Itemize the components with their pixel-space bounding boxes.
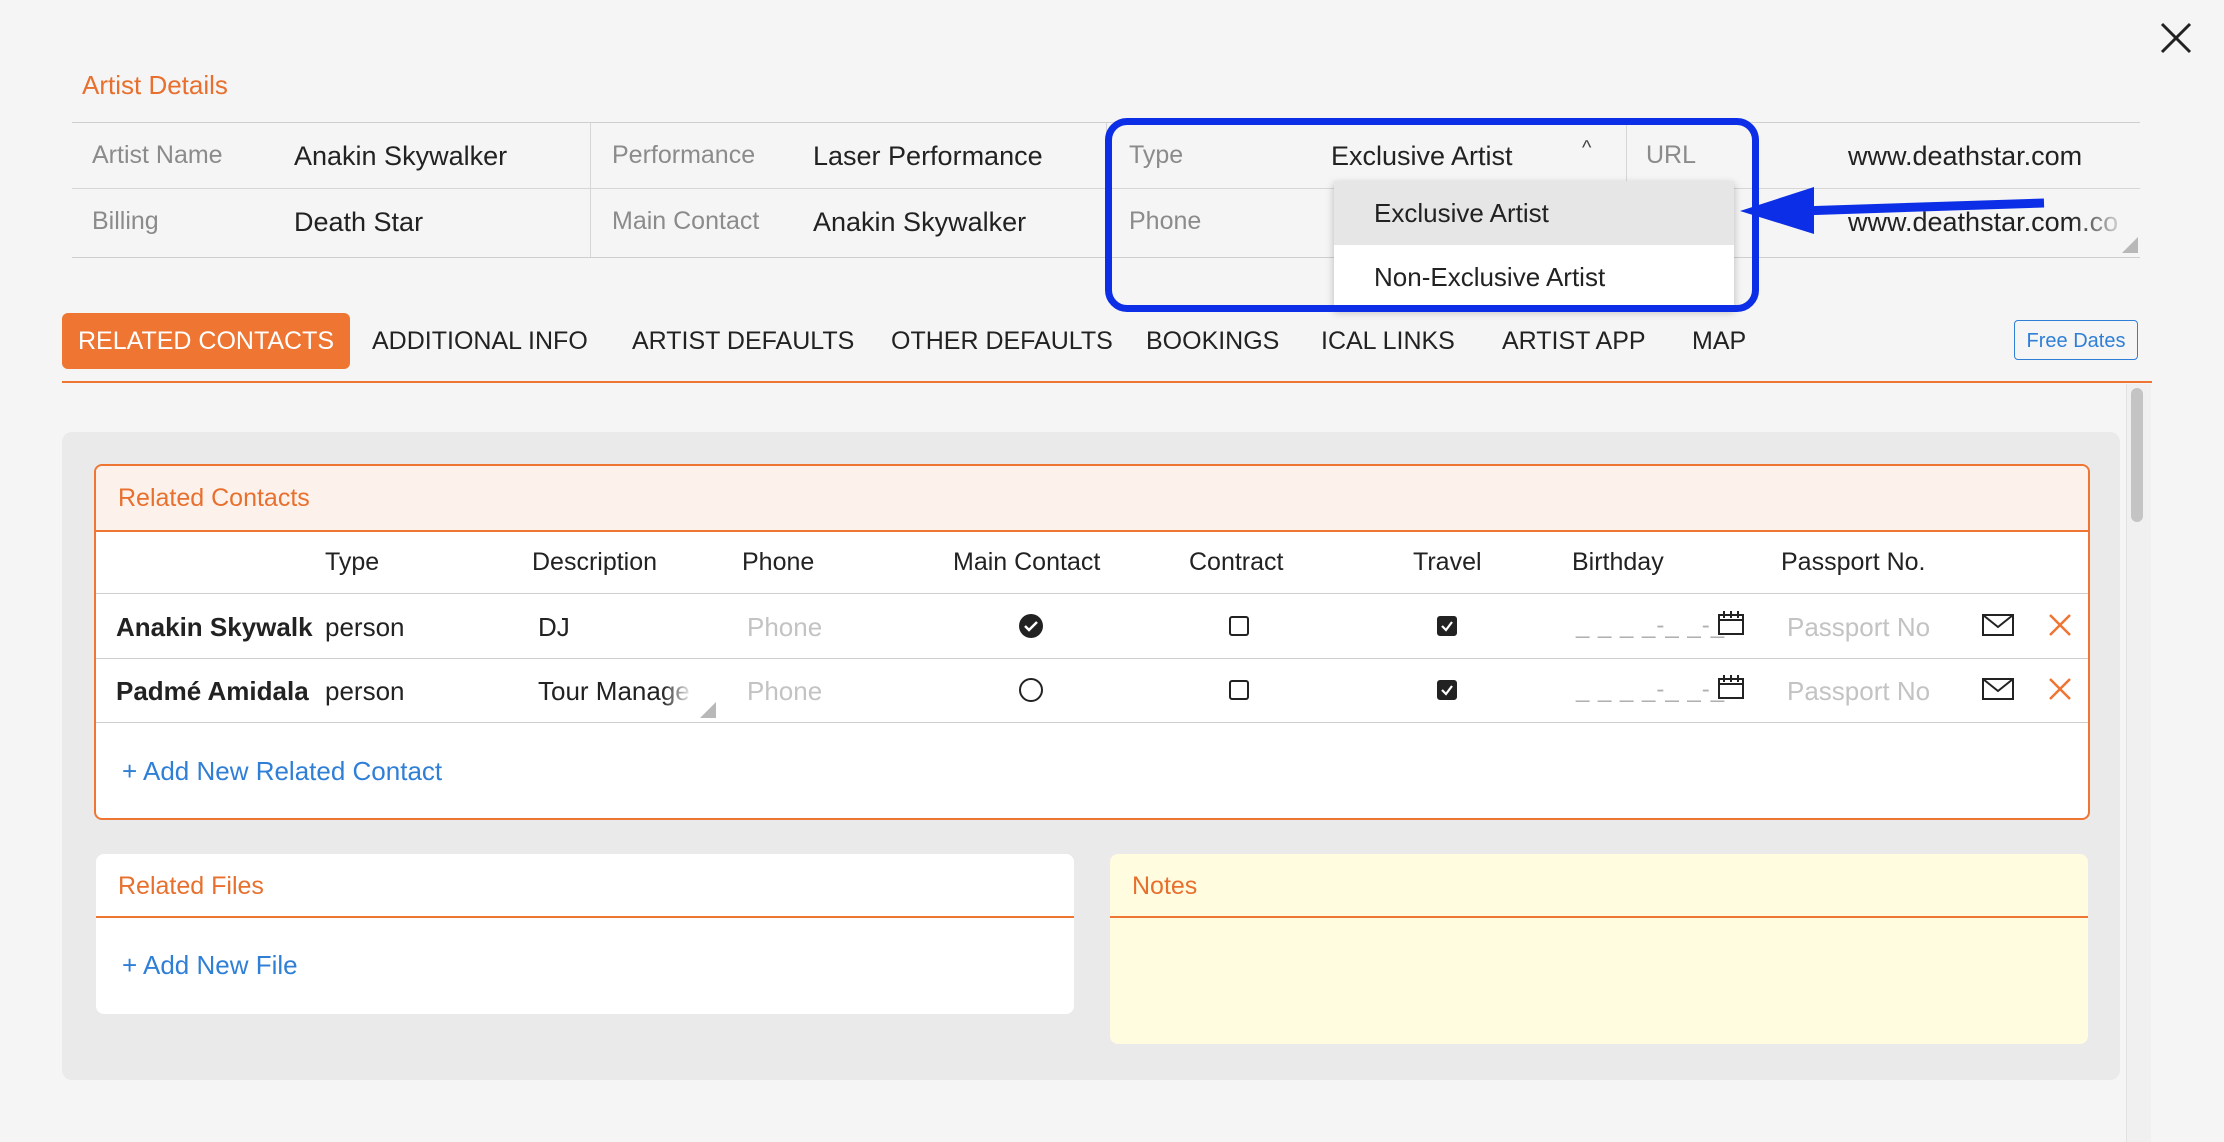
tab-bookings[interactable]: BOOKINGS [1146,313,1279,369]
contact-name[interactable]: Padmé Amidala [116,676,316,707]
tab-related-contacts[interactable]: RELATED CONTACTS [62,313,351,369]
calendar-icon[interactable] [1717,610,1745,636]
artist-details-title: Artist Details [82,70,228,100]
column-header-contract: Contract [1189,548,1284,576]
column-header-passport: Passport No. [1781,548,1926,576]
travel-checkbox-checked[interactable] [1437,680,1457,700]
tab-artist-app[interactable]: ARTIST APP [1502,313,1646,369]
tab-artist-defaults[interactable]: ARTIST DEFAULTS [632,313,854,369]
contact-type[interactable]: person [325,676,405,707]
tabs-underline [62,381,2152,383]
related-files-card: Related Files + Add New File [96,854,1074,1014]
artist-name-label: Artist Name [92,141,223,169]
contract-checkbox[interactable] [1229,680,1249,700]
artist-name-value[interactable]: Anakin Skywalker [294,141,507,172]
main-contact-radio[interactable] [1019,678,1043,702]
contract-checkbox[interactable] [1229,616,1249,636]
calendar-icon[interactable] [1717,674,1745,700]
scrollbar-thumb[interactable] [2131,388,2143,522]
notes-title: Notes [1132,872,1198,900]
tab-other-defaults[interactable]: OTHER DEFAULTS [891,313,1113,369]
contact-description[interactable]: DJ [538,612,570,643]
performance-label: Performance [612,141,756,169]
main-contact-label: Main Contact [612,207,760,235]
tab-additional-info[interactable]: ADDITIONAL INFO [372,313,588,369]
column-header-birthday: Birthday [1572,548,1664,576]
main-contact-radio-checked[interactable] [1019,614,1043,638]
contact-name[interactable]: Anakin Skywalk [116,612,316,643]
tab-ical-links[interactable]: ICAL LINKS [1321,313,1455,369]
billing-label: Billing [92,207,159,235]
email-icon[interactable] [1982,678,2014,700]
column-header-description: Description [532,548,658,576]
main-contact-value[interactable]: Anakin Skywalker [813,207,1026,238]
annotation-highlight-box [1105,118,1759,312]
contact-description[interactable]: Tour Manage [538,676,693,707]
performance-value[interactable]: Laser Performance [813,141,1043,172]
related-files-title: Related Files [118,872,264,900]
add-related-contact-link[interactable]: + Add New Related Contact [122,756,442,787]
billing-value[interactable]: Death Star [294,207,423,238]
delete-icon[interactable] [2048,613,2072,637]
url-value[interactable]: www.deathstar.com [1848,141,2082,172]
resize-handle-icon[interactable] [2122,237,2138,253]
contact-type[interactable]: person [325,612,405,643]
add-file-link[interactable]: + Add New File [122,950,298,981]
tab-map[interactable]: MAP [1692,313,1746,369]
free-dates-button[interactable]: Free Dates [2014,320,2138,360]
contact-phone-input[interactable]: Phone [747,612,822,643]
column-header-travel: Travel [1413,548,1482,576]
related-contacts-header: Related Contacts [96,466,2088,532]
passport-input[interactable]: Passport No [1787,612,1930,643]
column-header-main-contact: Main Contact [953,548,1101,576]
related-contacts-title: Related Contacts [118,484,310,512]
contact-phone-input[interactable]: Phone [747,676,822,707]
birthday-input[interactable]: _ _ _ _-_ _-_ [1576,676,1725,704]
travel-checkbox-checked[interactable] [1437,616,1457,636]
resize-handle-icon[interactable] [700,702,716,718]
email-icon[interactable] [1982,614,2014,636]
passport-input[interactable]: Passport No [1787,676,1930,707]
delete-icon[interactable] [2048,677,2072,701]
annotation-arrow-icon [1740,187,2045,234]
column-header-type: Type [325,548,380,576]
column-header-phone: Phone [742,548,815,576]
close-icon[interactable] [2158,20,2194,56]
birthday-input[interactable]: _ _ _ _-_ _-_ [1576,612,1725,640]
notes-card[interactable]: Notes [1110,854,2088,1044]
related-contacts-card: Related Contacts Type Description Phone … [94,464,2090,820]
